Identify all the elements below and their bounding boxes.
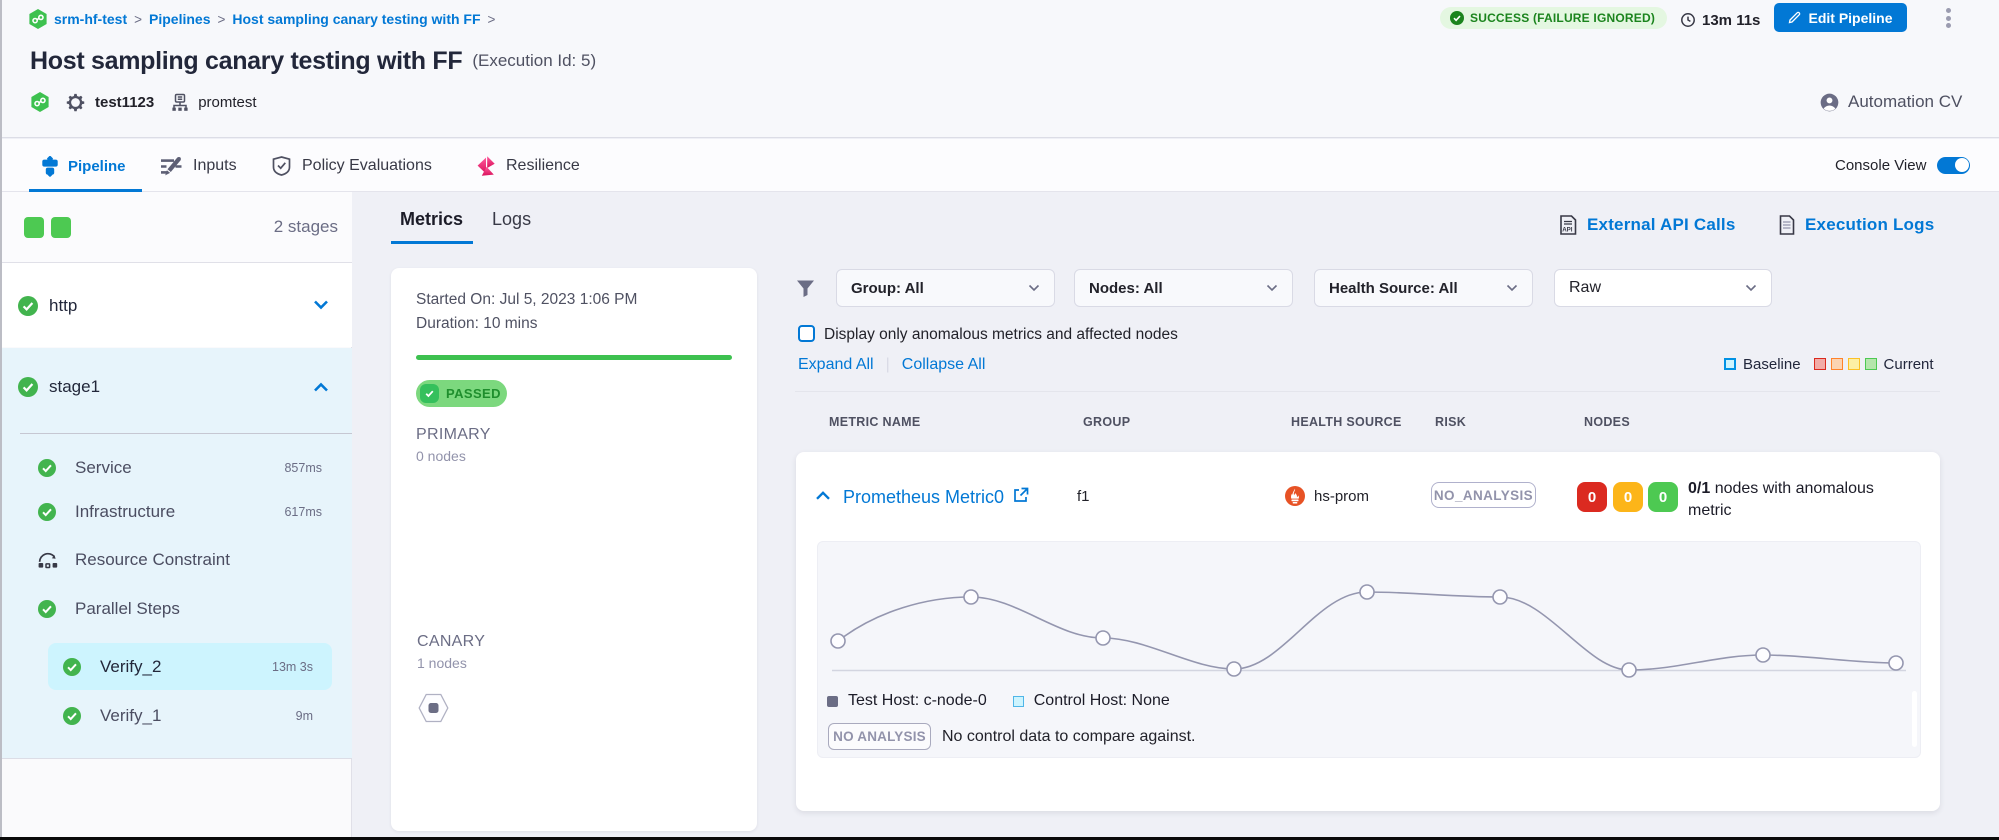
svg-text:API: API xyxy=(1562,226,1573,233)
